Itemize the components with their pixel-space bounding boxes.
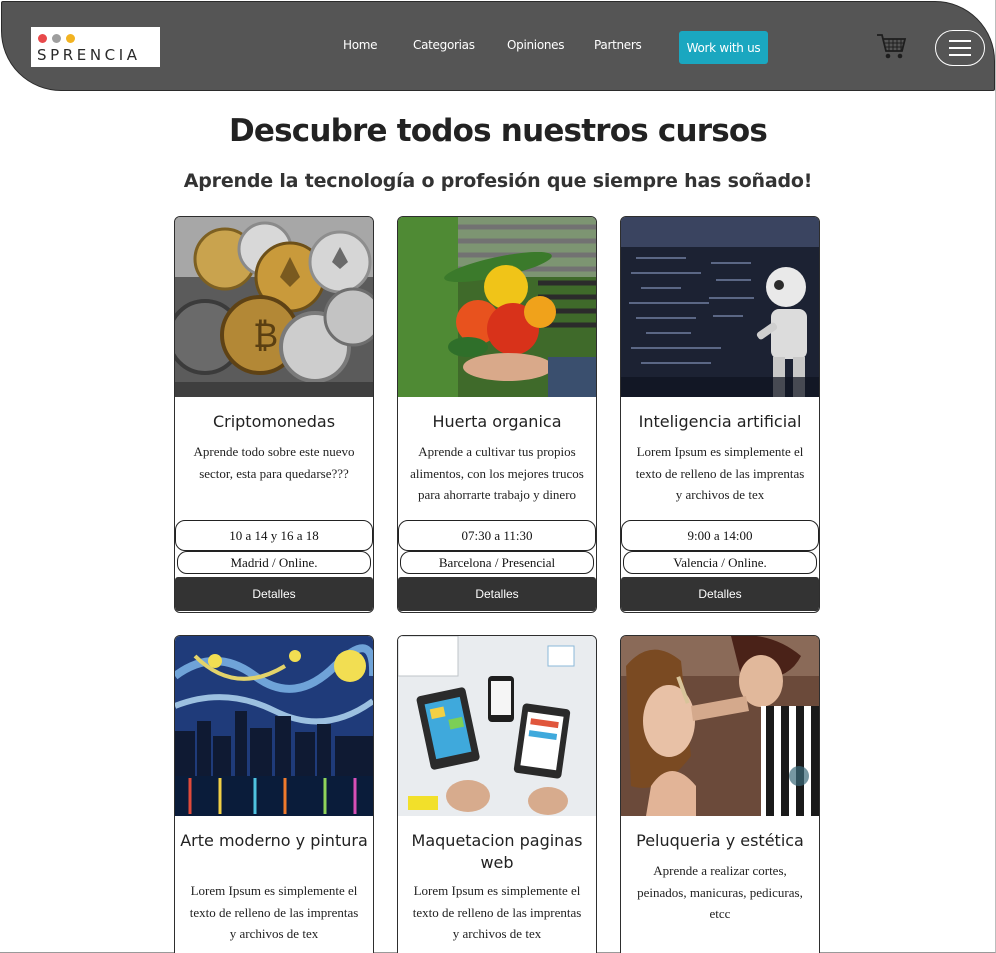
logo-dot-red (38, 34, 47, 43)
course-title: Peluqueria y estética (636, 831, 804, 850)
shopping-cart-icon[interactable] (875, 31, 907, 61)
course-title: Inteligencia artificial (638, 412, 802, 431)
logo-dot-gray (52, 34, 61, 43)
course-schedule: 10 a 14 y 16 a 18 (175, 520, 373, 551)
nav-link-partners[interactable]: Partners (594, 38, 642, 52)
course-title: Criptomonedas (212, 412, 336, 431)
course-location: Madrid / Online. (177, 551, 371, 574)
course-title: Arte moderno y pintura (180, 831, 368, 850)
course-card-huerta-organica: Huerta organica Aprende a cultivar tus p… (397, 216, 597, 613)
makeup-image (621, 636, 819, 816)
nav-link-categorias[interactable]: Categorias (413, 38, 475, 52)
robot-image (621, 217, 819, 397)
starry-city-painting-image (175, 636, 373, 816)
nav-link-opiniones[interactable]: Opiniones (507, 38, 565, 52)
work-with-us-button[interactable]: Work with us (679, 31, 768, 64)
course-description: Aprende a cultivar tus propios alimentos… (410, 444, 584, 502)
course-description: Lorem Ipsum es simplemente el texto de r… (189, 883, 359, 941)
course-location: Valencia / Online. (623, 551, 817, 574)
page-subtitle: Aprende la tecnología o profesión que si… (183, 170, 813, 192)
course-title: Maquetacion paginas web (411, 831, 583, 872)
course-description: Aprende a realizar cortes, peinados, man… (637, 863, 803, 921)
navbar: SPRENCIA Home Categorias Opiniones Partn… (1, 1, 995, 91)
course-card-inteligencia-artificial: Inteligencia artificial Lorem Ipsum es s… (620, 216, 820, 613)
logo-dot-yellow (66, 34, 75, 43)
details-button[interactable]: Detalles (621, 577, 819, 611)
hamburger-menu-icon[interactable] (935, 30, 985, 66)
logo-dots (38, 34, 75, 43)
course-title: Huerta organica (432, 412, 562, 431)
crypto-coins-image: ₿ (175, 217, 373, 397)
course-description: Aprende todo sobre este nuevo sector, es… (193, 444, 355, 481)
course-card-arte-moderno: Arte moderno y pintura Lorem Ipsum es si… (174, 635, 374, 953)
svg-text:₿: ₿ (253, 316, 278, 356)
logo[interactable]: SPRENCIA (31, 27, 160, 67)
details-button[interactable]: Detalles (398, 577, 596, 611)
course-description: Lorem Ipsum es simplemente el texto de r… (635, 444, 805, 502)
course-card-peluqueria: Peluqueria y estética Aprende a realizar… (620, 635, 820, 953)
logo-text: SPRENCIA (37, 46, 141, 64)
web-wireframe-image (398, 636, 596, 816)
course-schedule: 07:30 a 11:30 (398, 520, 596, 551)
nav-link-home[interactable]: Home (343, 38, 378, 52)
course-card-maquetacion-web: Maquetacion paginas web Lorem Ipsum es s… (397, 635, 597, 953)
course-description: Lorem Ipsum es simplemente el texto de r… (412, 883, 582, 941)
page-title: Descubre todos nuestros cursos (229, 113, 768, 149)
course-card-criptomonedas: ₿ Criptomonedas Aprende todo sobre este … (174, 216, 374, 613)
vegetables-image (398, 217, 596, 397)
details-button[interactable]: Detalles (175, 577, 373, 611)
course-schedule: 9:00 a 14:00 (621, 520, 819, 551)
course-location: Barcelona / Presencial (400, 551, 594, 574)
